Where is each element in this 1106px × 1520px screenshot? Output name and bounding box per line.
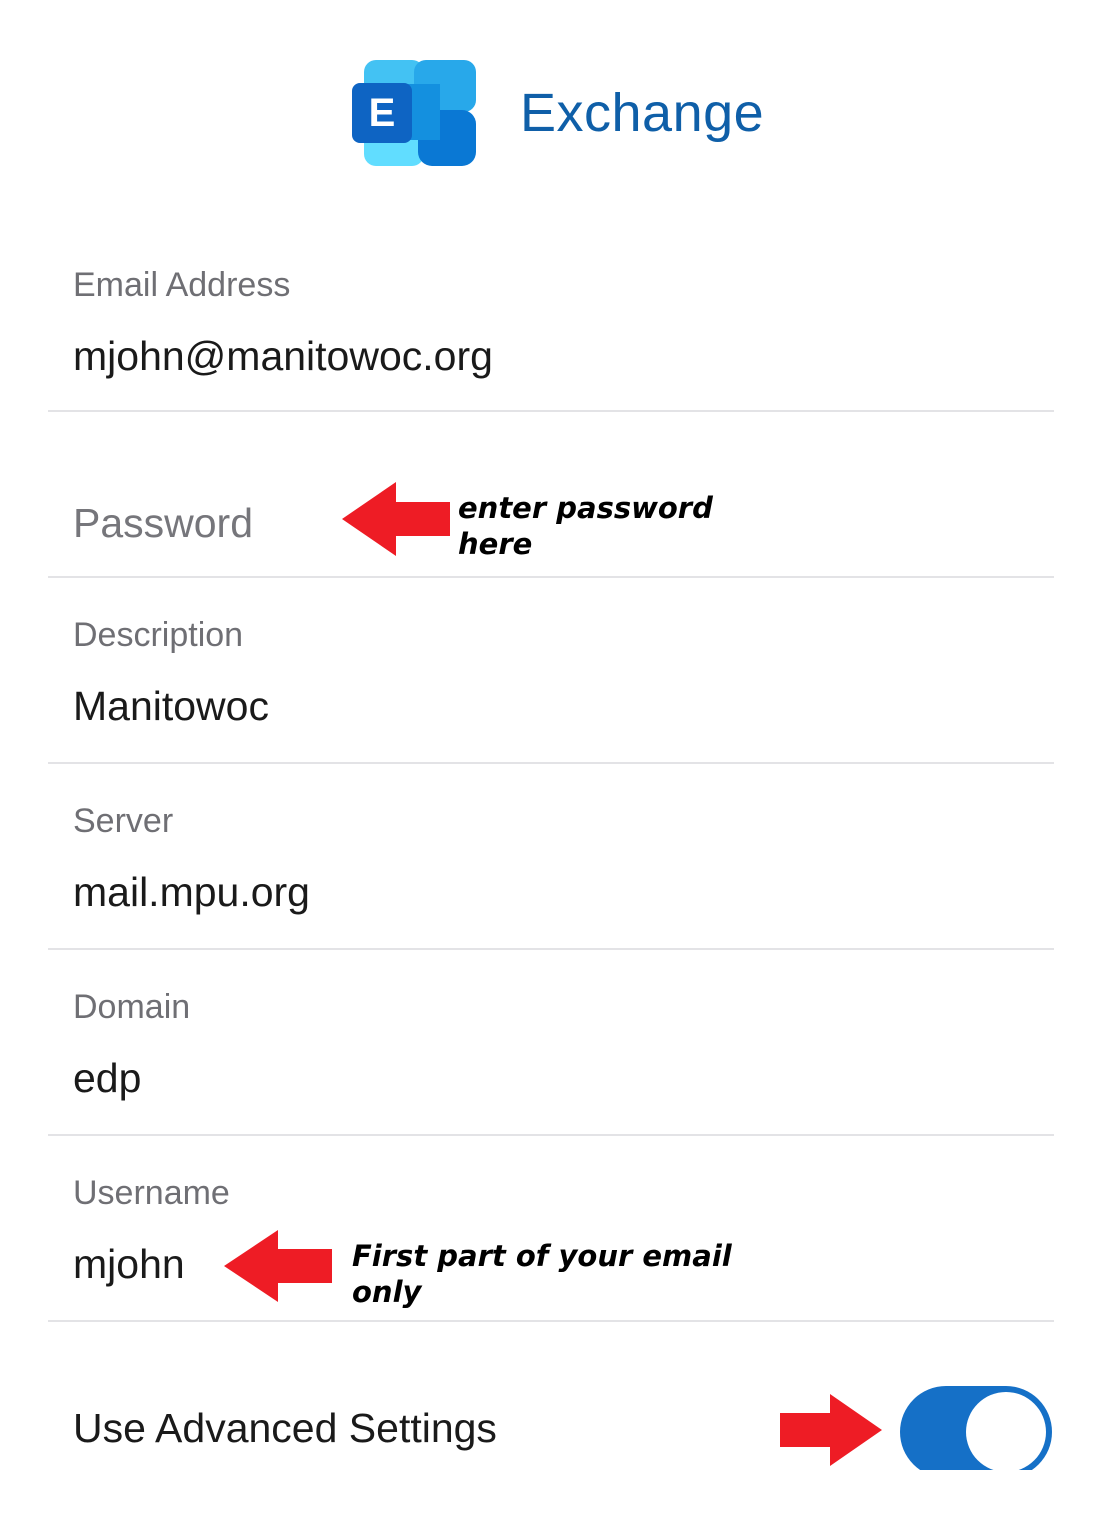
- username-label: Username: [73, 1174, 230, 1212]
- password-annotation-line: enter password: [458, 491, 713, 525]
- toggle-arrow-icon: [780, 1394, 882, 1466]
- domain-value[interactable]: edp: [73, 1055, 141, 1102]
- username-annotation-line: only: [352, 1275, 422, 1309]
- email-label: Email Address: [73, 266, 291, 304]
- advanced-settings-label: Use Advanced Settings: [73, 1405, 497, 1451]
- email-value[interactable]: mjohn@manitowoc.org: [73, 333, 493, 380]
- password-arrow-icon: [342, 482, 450, 556]
- description-field[interactable]: Description Manitowoc: [48, 576, 1054, 764]
- username-value[interactable]: mjohn: [73, 1241, 185, 1288]
- password-input[interactable]: Password: [73, 500, 253, 547]
- username-annotation-line: First part of your email: [352, 1239, 732, 1273]
- password-annotation: enter password here: [458, 490, 713, 562]
- domain-label: Domain: [73, 988, 191, 1026]
- app-header: E Exchange: [350, 58, 764, 168]
- description-label: Description: [73, 616, 244, 654]
- domain-field[interactable]: Domain edp: [48, 948, 1054, 1136]
- username-annotation: First part of your email only: [352, 1238, 732, 1310]
- password-annotation-line: here: [458, 527, 533, 561]
- email-field[interactable]: Email Address mjohn@manitowoc.org: [48, 240, 1054, 412]
- server-label: Server: [73, 802, 174, 840]
- toggle-knob: [966, 1392, 1046, 1472]
- server-value[interactable]: mail.mpu.org: [73, 869, 310, 916]
- username-arrow-icon: [224, 1230, 332, 1302]
- server-field[interactable]: Server mail.mpu.org: [48, 762, 1054, 950]
- logo-letter: E: [369, 91, 396, 135]
- bottom-edge: [0, 1470, 1106, 1520]
- advanced-settings-toggle[interactable]: [900, 1386, 1052, 1478]
- exchange-logo-icon: E: [350, 58, 478, 168]
- app-title: Exchange: [520, 83, 765, 143]
- description-value[interactable]: Manitowoc: [73, 683, 269, 730]
